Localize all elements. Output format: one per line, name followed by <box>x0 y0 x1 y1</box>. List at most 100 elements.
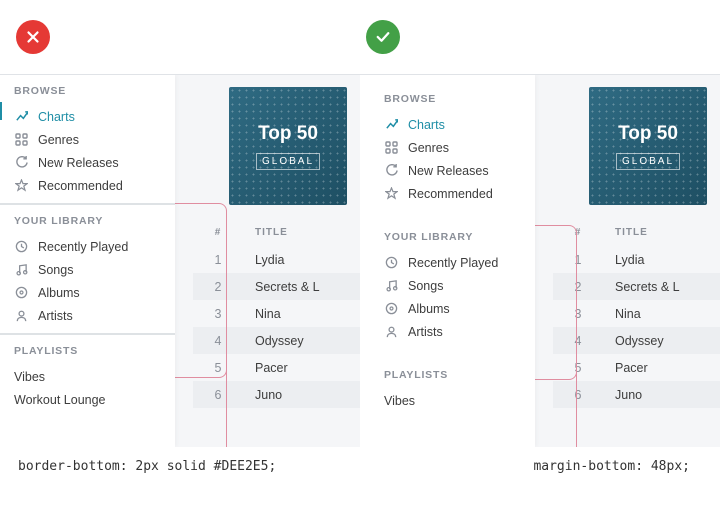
row-num: 2 <box>209 280 227 294</box>
table-row[interactable]: 3 Nina <box>569 300 720 327</box>
nav-recently-played[interactable]: Recently Played <box>384 251 535 274</box>
row-num: 3 <box>209 307 227 321</box>
table-row[interactable]: 4Odyssey <box>193 327 360 354</box>
nav-artists[interactable]: Artists <box>14 304 175 327</box>
row-num: 5 <box>209 361 227 375</box>
nav-genres[interactable]: Genres <box>384 136 535 159</box>
nav-label: New Releases <box>38 156 119 170</box>
disc-icon <box>14 286 28 299</box>
card-title: Top 50 <box>618 123 678 145</box>
cross-badge-icon <box>16 20 50 54</box>
comparison-header <box>0 0 720 75</box>
nav-songs[interactable]: Songs <box>384 274 535 297</box>
nav-charts[interactable]: Charts <box>14 105 175 128</box>
section-title-library: YOUR LIBRARY <box>384 231 535 243</box>
section-title-playlists: PLAYLISTS <box>384 369 535 381</box>
playlist-vibes[interactable]: Vibes <box>384 389 535 412</box>
row-num: 3 <box>569 307 587 321</box>
table-row[interactable]: 5Pacer <box>569 354 720 381</box>
nav-songs[interactable]: Songs <box>14 258 175 281</box>
col-title: TITLE <box>615 227 648 238</box>
nav-recently-played[interactable]: Recently Played <box>14 235 175 258</box>
row-num: 4 <box>209 334 227 348</box>
nav-label: Songs <box>408 279 443 293</box>
nav-albums[interactable]: Albums <box>384 297 535 320</box>
nav-artists[interactable]: Artists <box>384 320 535 343</box>
user-icon <box>384 325 398 338</box>
nav-recommended[interactable]: Recommended <box>384 182 535 205</box>
row-num: 6 <box>209 388 227 402</box>
row-title: Lydia <box>615 253 644 267</box>
nav-label: Genres <box>408 141 449 155</box>
active-indicator <box>0 102 2 120</box>
track-table: #TITLE 1Lydia 2Secrets & L 3Nina 4Odysse… <box>209 227 360 408</box>
nav-label: Genres <box>38 133 79 147</box>
nav-recommended[interactable]: Recommended <box>14 174 175 197</box>
clock-icon <box>14 240 28 253</box>
nav-label: Charts <box>38 110 75 124</box>
nav-charts[interactable]: Charts <box>384 113 535 136</box>
row-title: Juno <box>255 388 282 402</box>
nav-label: Recommended <box>408 187 493 201</box>
star-icon <box>14 179 28 192</box>
world-dots-bg <box>229 87 347 205</box>
section-title-browse: BROWSE <box>14 85 175 97</box>
table-row[interactable]: 2 Secrets & L <box>193 273 360 300</box>
col-title: TITLE <box>255 227 288 238</box>
row-num: 5 <box>569 361 587 375</box>
user-icon <box>14 309 28 322</box>
card-subtitle: GLOBAL <box>256 153 320 170</box>
table-row[interactable]: 3Nina <box>209 300 360 327</box>
section-playlists: PLAYLISTS Vibes Workout Lounge <box>14 345 175 411</box>
nav-genres[interactable]: Genres <box>14 128 175 151</box>
playlist-vibes[interactable]: Vibes <box>14 365 175 388</box>
row-title: Juno <box>615 388 642 402</box>
grid-icon <box>14 133 28 146</box>
row-num: 1 <box>569 253 587 267</box>
table-row[interactable]: 6 Juno <box>553 381 720 408</box>
row-title: Nina <box>615 307 641 321</box>
table-row[interactable]: 1 Lydia <box>569 246 720 273</box>
nav-label: Albums <box>38 286 80 300</box>
nav-albums[interactable]: Albums <box>14 281 175 304</box>
nav-label: Artists <box>408 325 443 339</box>
content-good: Top 50 GLOBAL #TITLE 1Lydia 2Secrets & L… <box>535 75 720 447</box>
code-caption-right: margin-bottom: 48px; <box>533 459 690 474</box>
trend-icon <box>384 118 398 131</box>
section-library: YOUR LIBRARY Recently Played Songs Album… <box>0 215 175 335</box>
nav-label: Charts <box>408 118 445 132</box>
row-num: 4 <box>569 334 587 348</box>
nav-new-releases[interactable]: New Releases <box>14 151 175 174</box>
row-title: Secrets & L <box>255 280 320 294</box>
playlist-workout[interactable]: Workout Lounge <box>14 388 175 411</box>
refresh-icon <box>384 164 398 177</box>
note-icon <box>14 263 28 276</box>
nav-label: Albums <box>408 302 450 316</box>
nav-label: Recently Played <box>38 240 128 254</box>
panel-good: BROWSE Charts Genres New Releases Recomm… <box>360 75 720 447</box>
row-title: Secrets & L <box>615 280 680 294</box>
row-num: 1 <box>209 253 227 267</box>
card-subtitle: GLOBAL <box>616 153 680 170</box>
row-title: Odyssey <box>615 334 664 348</box>
trend-icon <box>14 110 28 123</box>
table-row[interactable]: 4 Odyssey <box>553 327 720 354</box>
table-row[interactable]: 6 Juno <box>193 381 360 408</box>
table-row[interactable]: 5 Pacer <box>209 354 360 381</box>
table-row[interactable]: 1 Lydia <box>209 246 360 273</box>
playlist-card[interactable]: Top 50 GLOBAL <box>589 87 707 205</box>
nav-new-releases[interactable]: New Releases <box>384 159 535 182</box>
row-title: Pacer <box>255 361 288 375</box>
refresh-icon <box>14 156 28 169</box>
playlist-card[interactable]: Top 50 GLOBAL <box>229 87 347 205</box>
comparison-panels: BROWSE Charts Genres New Releases Recomm… <box>0 75 720 447</box>
row-title: Lydia <box>255 253 284 267</box>
nav-label: Recommended <box>38 179 123 193</box>
row-num: 6 <box>569 388 587 402</box>
section-browse: BROWSE Charts Genres New Releases Recomm… <box>384 93 535 205</box>
code-caption-left: border-bottom: 2px solid #DEE2E5; <box>18 459 276 474</box>
content-bad: Top 50 GLOBAL #TITLE 1Lydia 2Secrets & L… <box>175 75 360 447</box>
check-badge-icon <box>366 20 400 54</box>
section-playlists: PLAYLISTS Vibes <box>384 369 535 412</box>
table-row[interactable]: 2Secrets & L <box>553 273 720 300</box>
